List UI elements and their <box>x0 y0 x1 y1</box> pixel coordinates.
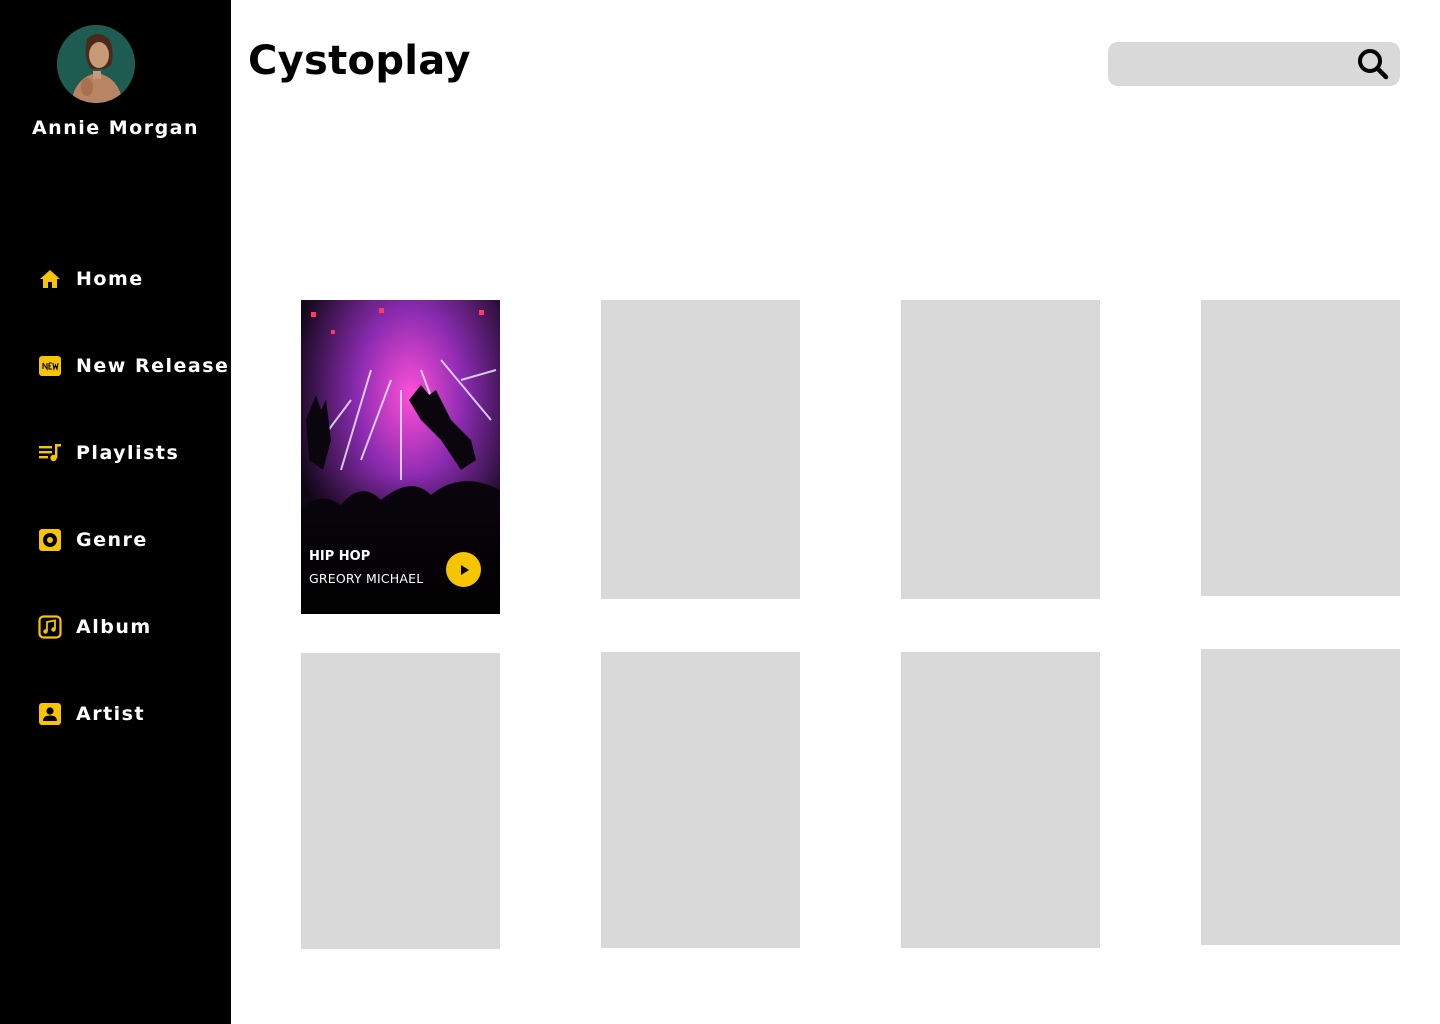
card-genre: HIP HOP <box>309 549 371 564</box>
avatar[interactable] <box>57 25 135 103</box>
search-icon[interactable] <box>1356 47 1390 81</box>
music-card-placeholder[interactable] <box>601 652 800 948</box>
music-card-placeholder[interactable] <box>301 653 500 949</box>
music-card-placeholder[interactable] <box>601 300 800 599</box>
sidebar-item-label: Home <box>76 268 144 290</box>
genre-disc-icon <box>38 528 62 552</box>
sidebar-item-label: New Release <box>76 355 230 377</box>
card-artist: GREORY MICHAEL <box>309 571 424 586</box>
user-name: Annie Morgan <box>31 117 200 139</box>
artist-contact-icon <box>38 702 62 726</box>
music-card-placeholder[interactable] <box>901 652 1100 948</box>
featured-music-card[interactable]: HIP HOP GREORY MICHAEL <box>301 300 500 614</box>
new-badge-icon <box>38 354 62 378</box>
sidebar-item-genre[interactable]: Genre <box>38 526 146 554</box>
sidebar: Annie Morgan Home New Release Playlists … <box>0 0 231 1024</box>
sidebar-item-artist[interactable]: Artist <box>38 700 144 728</box>
home-icon <box>38 267 62 291</box>
play-button[interactable] <box>446 552 481 587</box>
playlist-icon <box>38 441 62 465</box>
app-title: Cystoplay <box>248 38 471 84</box>
search-input[interactable] <box>1108 42 1348 86</box>
music-card-placeholder[interactable] <box>1201 649 1400 945</box>
sidebar-item-label: Genre <box>76 529 148 551</box>
sidebar-item-new-release[interactable]: New Release <box>38 352 228 380</box>
sidebar-item-home[interactable]: Home <box>38 265 142 293</box>
music-card-placeholder[interactable] <box>1201 300 1400 596</box>
sidebar-item-playlists[interactable]: Playlists <box>38 439 178 467</box>
sidebar-item-label: Playlists <box>76 442 180 464</box>
sidebar-item-label: Album <box>76 616 152 638</box>
album-music-note-icon <box>38 615 62 639</box>
play-icon <box>460 564 469 575</box>
sidebar-item-label: Artist <box>76 703 146 725</box>
music-card-placeholder[interactable] <box>901 300 1100 599</box>
sidebar-item-album[interactable]: Album <box>38 613 150 641</box>
